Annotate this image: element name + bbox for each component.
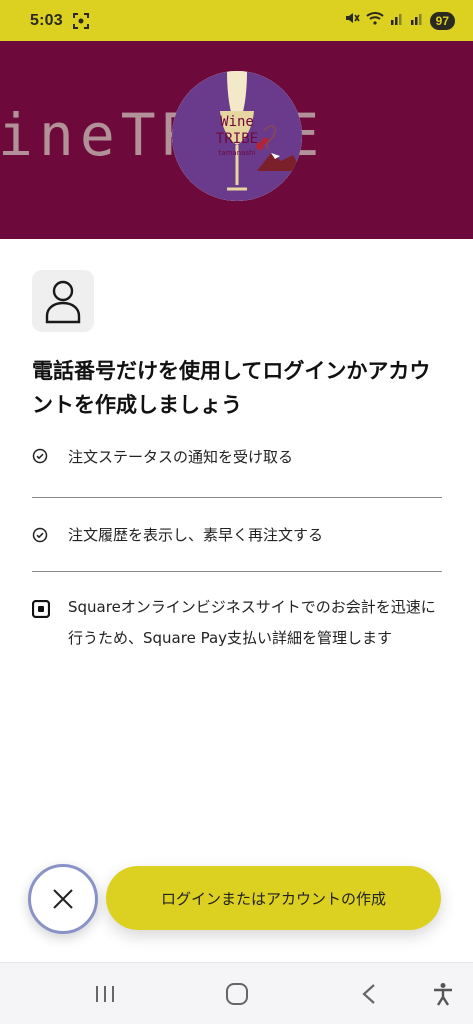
signal-icon-2 — [410, 11, 424, 30]
check-circle-icon — [32, 527, 48, 542]
page-heading: 電話番号だけを使用してログインかアカウントを作成しましょう — [32, 359, 431, 417]
status-bar: 5:03 97 — [0, 0, 473, 41]
feature-text: 注文履歴を表示し、素早く再注文する — [68, 526, 324, 544]
feature-list: 注文ステータスの通知を受け取る 注文履歴を表示し、素早く再注文する — [32, 448, 442, 572]
logo-text-wine: Wine — [220, 114, 254, 130]
mute-icon — [344, 11, 360, 30]
logo-text-tamanashi: tamanashi — [219, 149, 256, 157]
store-logo: Wine TRIBE tamanashi — [172, 71, 302, 201]
accessibility-icon[interactable] — [428, 979, 458, 1009]
square-note: Squareオンラインビジネスサイトでのお会計を迅速に行うため、Square P… — [32, 596, 442, 654]
recent-apps-icon[interactable] — [90, 979, 120, 1009]
battery-badge: 97 — [429, 11, 455, 30]
feature-item: 注文ステータスの通知を受け取る — [32, 448, 442, 498]
feature-text: 注文ステータスの通知を受け取る — [68, 448, 294, 466]
main-content: 電話番号だけを使用してログインかアカウントを作成しましょう 注文ステータスの通知… — [32, 270, 442, 654]
square-note-text: Squareオンラインビジネスサイトでのお会計を迅速に行うため、Square P… — [68, 598, 436, 647]
home-icon[interactable] — [222, 979, 252, 1009]
person-icon — [45, 280, 81, 324]
check-circle-icon — [32, 448, 48, 464]
signal-icon — [390, 11, 404, 30]
person-icon-box — [32, 270, 94, 332]
logo-text-tribe: TRIBE — [216, 131, 258, 147]
system-nav-bar — [0, 962, 473, 1024]
wifi-icon — [365, 11, 384, 30]
back-icon[interactable] — [354, 979, 384, 1009]
screen: 5:03 97 ineTRIBE Wine TRIBE tamanashi 電話… — [0, 0, 473, 1024]
login-or-create-account-button[interactable]: ログインまたはアカウントの作成 — [106, 866, 441, 930]
square-logo-icon — [32, 600, 50, 618]
store-banner: ineTRIBE Wine TRIBE tamanashi — [0, 41, 473, 239]
status-icons: 97 — [344, 11, 455, 30]
status-time: 5:03 — [30, 11, 63, 29]
close-button[interactable] — [28, 864, 98, 934]
feature-item: 注文履歴を表示し、素早く再注文する — [32, 498, 442, 572]
close-icon — [53, 889, 73, 909]
screenshot-icon — [72, 12, 89, 29]
